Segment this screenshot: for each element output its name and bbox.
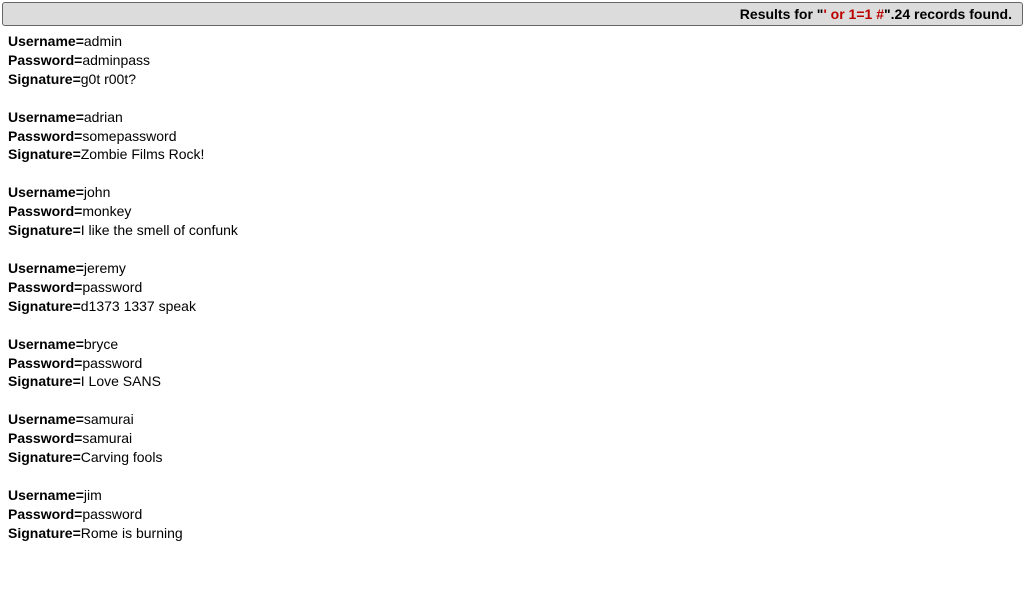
record-field-signature: Signature=d1373 1337 speak: [8, 297, 1025, 316]
records-list: Username=adminPassword=adminpassSignatur…: [0, 32, 1025, 543]
signature-value: Rome is burning: [81, 525, 183, 541]
signature-label: Signature=: [8, 373, 81, 389]
record-field-username: Username=adrian: [8, 108, 1025, 127]
record-field-signature: Signature=Zombie Films Rock!: [8, 145, 1025, 164]
record: Username=jeremyPassword=passwordSignatur…: [8, 259, 1025, 316]
signature-label: Signature=: [8, 146, 81, 162]
signature-value: d1373 1337 speak: [81, 298, 196, 314]
username-value: jim: [84, 487, 102, 503]
record: Username=jimPassword=passwordSignature=R…: [8, 486, 1025, 543]
record-field-password: Password=password: [8, 354, 1025, 373]
password-value: somepassword: [82, 128, 176, 144]
record: Username=johnPassword=monkeySignature=I …: [8, 183, 1025, 240]
password-value: password: [82, 279, 142, 295]
signature-value: Zombie Films Rock!: [81, 146, 205, 162]
username-label: Username=: [8, 487, 84, 503]
password-value: samurai: [82, 430, 132, 446]
results-header-query: ' or 1=1 #: [823, 6, 884, 22]
record-field-username: Username=bryce: [8, 335, 1025, 354]
username-value: adrian: [84, 109, 123, 125]
signature-label: Signature=: [8, 298, 81, 314]
username-value: bryce: [84, 336, 118, 352]
username-label: Username=: [8, 33, 84, 49]
results-header-prefix: Results for ": [740, 6, 824, 22]
record-field-username: Username=john: [8, 183, 1025, 202]
username-value: john: [84, 184, 110, 200]
password-value: password: [82, 506, 142, 522]
signature-value: Carving fools: [81, 449, 163, 465]
username-value: samurai: [84, 411, 134, 427]
record-field-username: Username=jeremy: [8, 259, 1025, 278]
record-field-signature: Signature=Rome is burning: [8, 524, 1025, 543]
username-label: Username=: [8, 184, 84, 200]
signature-value: I Love SANS: [81, 373, 161, 389]
record: Username=samuraiPassword=samuraiSignatur…: [8, 410, 1025, 467]
signature-label: Signature=: [8, 525, 81, 541]
password-label: Password=: [8, 355, 82, 371]
record: Username=adrianPassword=somepasswordSign…: [8, 108, 1025, 165]
record-field-username: Username=jim: [8, 486, 1025, 505]
username-value: admin: [84, 33, 122, 49]
signature-value: I like the smell of confunk: [81, 222, 238, 238]
password-label: Password=: [8, 203, 82, 219]
results-header-suffix: ".24 records found.: [884, 6, 1012, 22]
password-label: Password=: [8, 279, 82, 295]
password-value: password: [82, 355, 142, 371]
record-field-password: Password=samurai: [8, 429, 1025, 448]
results-header: Results for "' or 1=1 #".24 records foun…: [2, 2, 1023, 26]
password-value: monkey: [82, 203, 131, 219]
record-field-password: Password=somepassword: [8, 127, 1025, 146]
record: Username=adminPassword=adminpassSignatur…: [8, 32, 1025, 89]
record-field-signature: Signature=I like the smell of confunk: [8, 221, 1025, 240]
record-field-password: Password=password: [8, 278, 1025, 297]
signature-label: Signature=: [8, 449, 81, 465]
password-label: Password=: [8, 128, 82, 144]
username-label: Username=: [8, 336, 84, 352]
record-field-signature: Signature=g0t r00t?: [8, 70, 1025, 89]
record-field-password: Password=password: [8, 505, 1025, 524]
password-label: Password=: [8, 52, 82, 68]
username-label: Username=: [8, 411, 84, 427]
username-label: Username=: [8, 109, 84, 125]
password-label: Password=: [8, 430, 82, 446]
signature-label: Signature=: [8, 71, 81, 87]
record-field-username: Username=admin: [8, 32, 1025, 51]
username-label: Username=: [8, 260, 84, 276]
signature-value: g0t r00t?: [81, 71, 136, 87]
password-label: Password=: [8, 506, 82, 522]
record-field-signature: Signature=Carving fools: [8, 448, 1025, 467]
record-field-password: Password=monkey: [8, 202, 1025, 221]
record-field-signature: Signature=I Love SANS: [8, 372, 1025, 391]
username-value: jeremy: [84, 260, 126, 276]
signature-label: Signature=: [8, 222, 81, 238]
record-field-username: Username=samurai: [8, 410, 1025, 429]
password-value: adminpass: [82, 52, 150, 68]
record: Username=brycePassword=passwordSignature…: [8, 335, 1025, 392]
record-field-password: Password=adminpass: [8, 51, 1025, 70]
